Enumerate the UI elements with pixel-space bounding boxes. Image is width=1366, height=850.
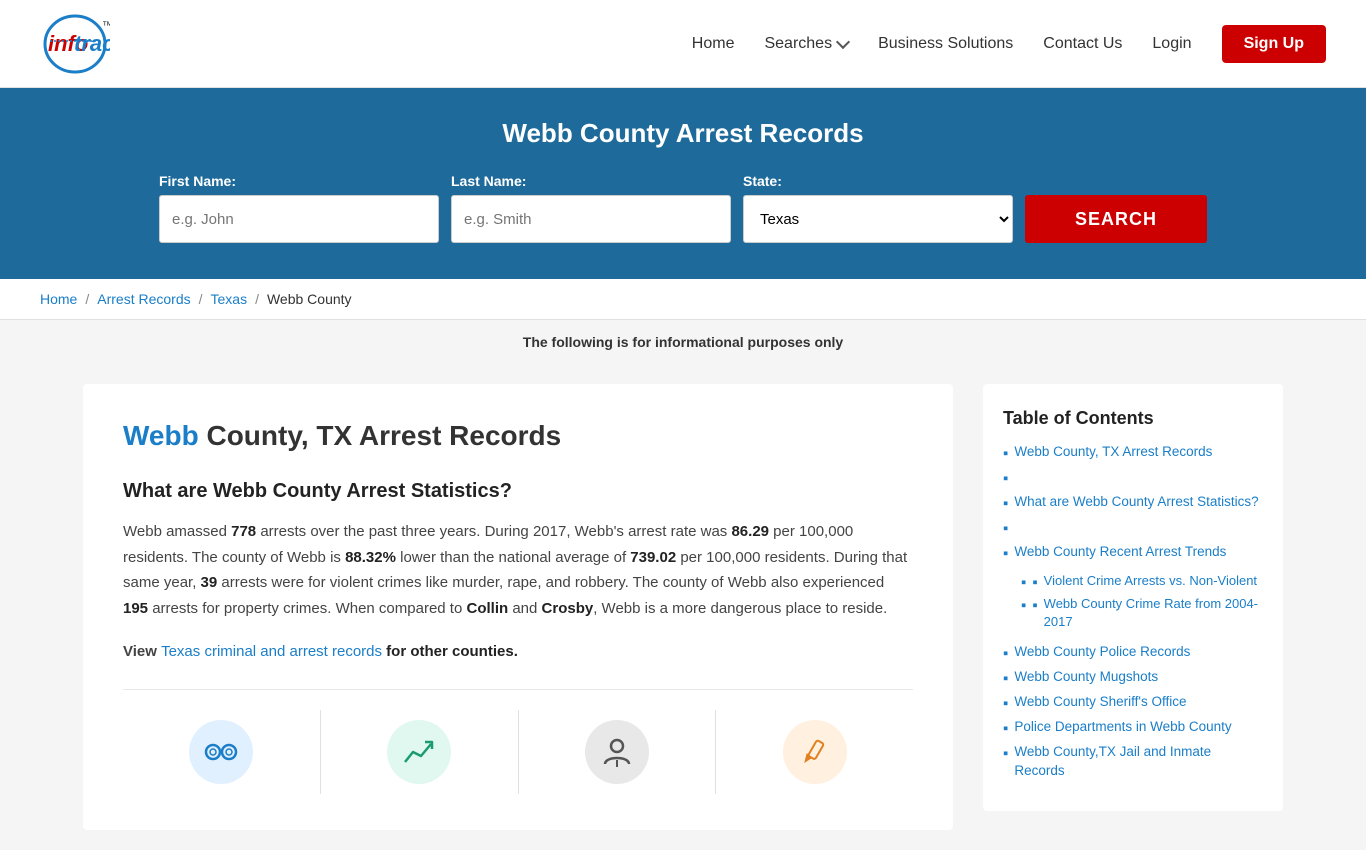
toc-item-5: Webb County Mugshots	[1003, 668, 1263, 687]
toc-link-5[interactable]: Webb County Mugshots	[1014, 668, 1158, 687]
hero-section: Webb County Arrest Records First Name: L…	[0, 88, 1366, 279]
last-name-group: Last Name:	[451, 173, 731, 243]
first-name-group: First Name:	[159, 173, 439, 243]
article-title-rest: County, TX Arrest Records	[199, 420, 562, 451]
signup-button[interactable]: Sign Up	[1222, 25, 1326, 63]
person-icon	[585, 720, 649, 784]
breadcrumb-current: Webb County	[267, 291, 352, 307]
toc-sidebar: Table of Contents Webb County, TX Arrest…	[983, 384, 1283, 811]
toc-link-1[interactable]: Webb County, TX Arrest Records	[1014, 443, 1212, 462]
article-section: Webb County, TX Arrest Records What are …	[83, 384, 953, 830]
toc-link-7[interactable]: Police Departments in Webb County	[1014, 718, 1231, 737]
article-body-p1: Webb amassed 778 arrests over the past t…	[123, 519, 913, 621]
svg-text:™: ™	[102, 20, 110, 32]
icon-handcuffs	[123, 710, 321, 794]
toc-item-1: Webb County, TX Arrest Records	[1003, 443, 1263, 462]
toc-list: Webb County, TX Arrest Records ▪ What ar…	[1003, 443, 1263, 781]
nav-home[interactable]: Home	[692, 35, 735, 53]
chevron-down-icon	[836, 35, 850, 49]
toc-link-4[interactable]: Webb County Police Records	[1014, 643, 1190, 662]
state-label: State:	[743, 173, 782, 189]
toc-item-6: Webb County Sheriff's Office	[1003, 693, 1263, 712]
svg-text:tracer: tracer	[74, 31, 110, 56]
view-link-paragraph: View Texas criminal and arrest records f…	[123, 639, 913, 665]
toc-item-8: Webb County,TX Jail and Inmate Records	[1003, 743, 1263, 781]
toc-item-4: Webb County Police Records	[1003, 643, 1263, 662]
last-name-input[interactable]	[451, 195, 731, 243]
texas-records-link[interactable]: Texas criminal and arrest records	[161, 643, 382, 660]
disclaimer-bar: The following is for informational purpo…	[0, 320, 1366, 364]
breadcrumb-texas[interactable]: Texas	[211, 291, 248, 307]
state-group: State: Texas AlabamaAlaskaArizona Arkans…	[743, 173, 1013, 243]
login-button[interactable]: Login	[1152, 35, 1191, 53]
main-content: Webb County, TX Arrest Records What are …	[43, 364, 1323, 850]
search-button[interactable]: SEARCH	[1025, 195, 1207, 243]
toc-link-2[interactable]: What are Webb County Arrest Statistics?	[1014, 493, 1258, 512]
navbar: info tracer ™ Home Searches Business Sol…	[0, 0, 1366, 88]
toc-item-7: Police Departments in Webb County	[1003, 718, 1263, 737]
article-title: Webb County, TX Arrest Records	[123, 420, 913, 452]
trend-icon	[387, 720, 451, 784]
nav-searches[interactable]: Searches	[764, 35, 848, 53]
toc-item-2: ▪ What are Webb County Arrest Statistics…	[1003, 468, 1263, 512]
icon-person	[519, 710, 717, 794]
toc-link-3b[interactable]: Webb County Crime Rate from 2004-2017	[1044, 595, 1263, 631]
first-name-input[interactable]	[159, 195, 439, 243]
toc-subitem-3b: ▪ Webb County Crime Rate from 2004-2017	[1021, 595, 1263, 631]
first-name-label: First Name:	[159, 173, 236, 189]
toc-sublist-3: ▪ Violent Crime Arrests vs. Non-Violent …	[1003, 572, 1263, 637]
breadcrumb-sep-2: /	[199, 291, 203, 307]
toc-link-8[interactable]: Webb County,TX Jail and Inmate Records	[1014, 743, 1263, 781]
last-name-label: Last Name:	[451, 173, 526, 189]
hero-title: Webb County Arrest Records	[40, 118, 1326, 149]
handcuffs-icon	[189, 720, 253, 784]
hero-form: First Name: Last Name: State: Texas Alab…	[133, 173, 1233, 243]
breadcrumb-sep-1: /	[85, 291, 89, 307]
nav-contact-us[interactable]: Contact Us	[1043, 35, 1122, 53]
breadcrumb-sep-3: /	[255, 291, 259, 307]
logo[interactable]: info tracer ™	[40, 9, 110, 78]
icon-trend	[321, 710, 519, 794]
breadcrumb-home[interactable]: Home	[40, 291, 77, 307]
toc-link-3a[interactable]: Violent Crime Arrests vs. Non-Violent	[1044, 572, 1257, 590]
toc-item-3: ▪ Webb County Recent Arrest Trends ▪ Vio…	[1003, 518, 1263, 637]
toc-link-6[interactable]: Webb County Sheriff's Office	[1014, 693, 1186, 712]
breadcrumb-arrest-records[interactable]: Arrest Records	[97, 291, 190, 307]
nav-links: Home Searches Business Solutions Contact…	[692, 25, 1326, 63]
toc-subitem-3a: ▪ Violent Crime Arrests vs. Non-Violent	[1021, 572, 1263, 591]
article-title-highlight: Webb	[123, 420, 199, 451]
pen-icon	[783, 720, 847, 784]
icons-row	[123, 689, 913, 794]
logo-icon: info tracer ™	[40, 9, 110, 74]
breadcrumb: Home / Arrest Records / Texas / Webb Cou…	[0, 279, 1366, 320]
icon-pen	[716, 710, 913, 794]
nav-business-solutions[interactable]: Business Solutions	[878, 35, 1013, 53]
toc-title: Table of Contents	[1003, 408, 1263, 429]
section1-title: What are Webb County Arrest Statistics?	[123, 480, 913, 503]
state-select[interactable]: Texas AlabamaAlaskaArizona ArkansasCalif…	[743, 195, 1013, 243]
toc-link-3[interactable]: Webb County Recent Arrest Trends	[1014, 543, 1226, 562]
